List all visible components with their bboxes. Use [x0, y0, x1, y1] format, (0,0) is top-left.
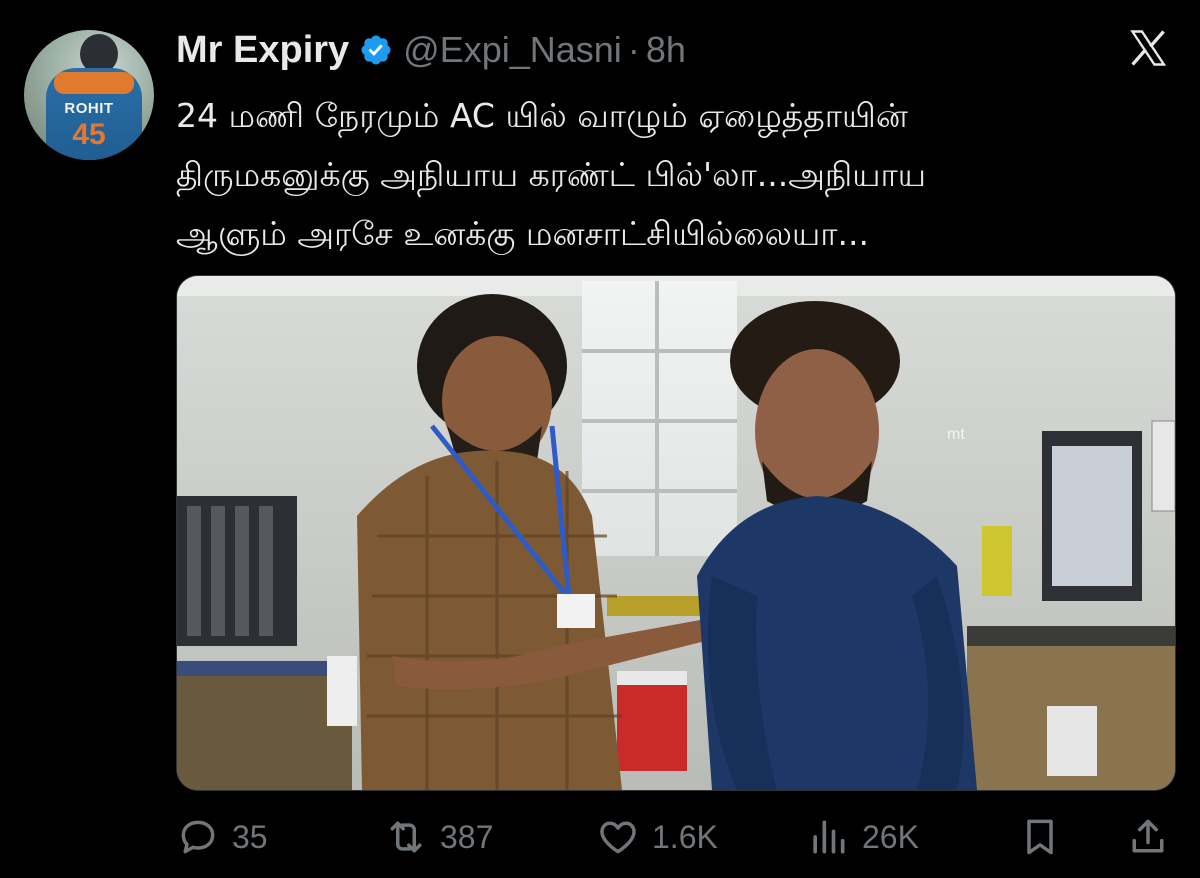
tweet-text: 24 மணி நேரமும் AC யில் வாழும் ஏழைத்தாயின… [176, 86, 1166, 263]
tweet-text-line: 24 மணி நேரமும் AC யில் வாழும் ஏழைத்தாயின… [176, 96, 908, 135]
repost-icon [390, 821, 422, 853]
author-name[interactable]: Mr Expiry [176, 29, 349, 72]
reply-icon [181, 820, 215, 854]
author-avatar[interactable]: ROHIT 45 [24, 30, 154, 160]
tweet-text-line: ஆளும் அரசே உனக்கு மனசாட்சியில்லையா... [176, 214, 869, 253]
x-logo-icon[interactable] [1124, 26, 1172, 70]
avatar-jersey-number: 45 [72, 118, 106, 151]
media-watermark: mt [947, 426, 965, 443]
views-button[interactable]: 26K [806, 806, 919, 868]
tweet-text-line: திருமகனுக்கு அநியாய கரண்ட் பில்'லா...அநி… [176, 155, 927, 194]
views-count: 26K [862, 818, 919, 855]
tweet-header: Mr Expiry @Expi_Nasni · 8h [176, 27, 686, 73]
repost-button[interactable]: 387 [384, 806, 493, 868]
bookmark-button[interactable] [1018, 806, 1062, 868]
like-button[interactable]: 1.6K [596, 806, 718, 868]
heart-icon [600, 821, 636, 854]
author-handle[interactable]: @Expi_Nasni [403, 29, 622, 71]
avatar-jersey-name: ROHIT [64, 100, 114, 117]
tweet-timestamp[interactable]: 8h [646, 29, 686, 71]
like-count: 1.6K [652, 818, 718, 855]
header-separator: · [627, 29, 640, 70]
views-chart-icon [813, 820, 845, 854]
share-button[interactable] [1126, 806, 1170, 868]
verified-badge-icon [361, 35, 391, 65]
reply-button[interactable]: 35 [176, 806, 268, 868]
lab-photo: mt [177, 276, 1175, 790]
bookmark-icon [1027, 819, 1053, 855]
share-icon [1132, 819, 1164, 853]
reply-count: 35 [232, 818, 268, 855]
avatar-shoulder-stripe [54, 72, 134, 94]
repost-count: 387 [440, 818, 494, 855]
tweet-media-photo[interactable]: mt [176, 275, 1176, 791]
tweet-action-bar: 35 387 1.6K 26K [176, 806, 1176, 868]
